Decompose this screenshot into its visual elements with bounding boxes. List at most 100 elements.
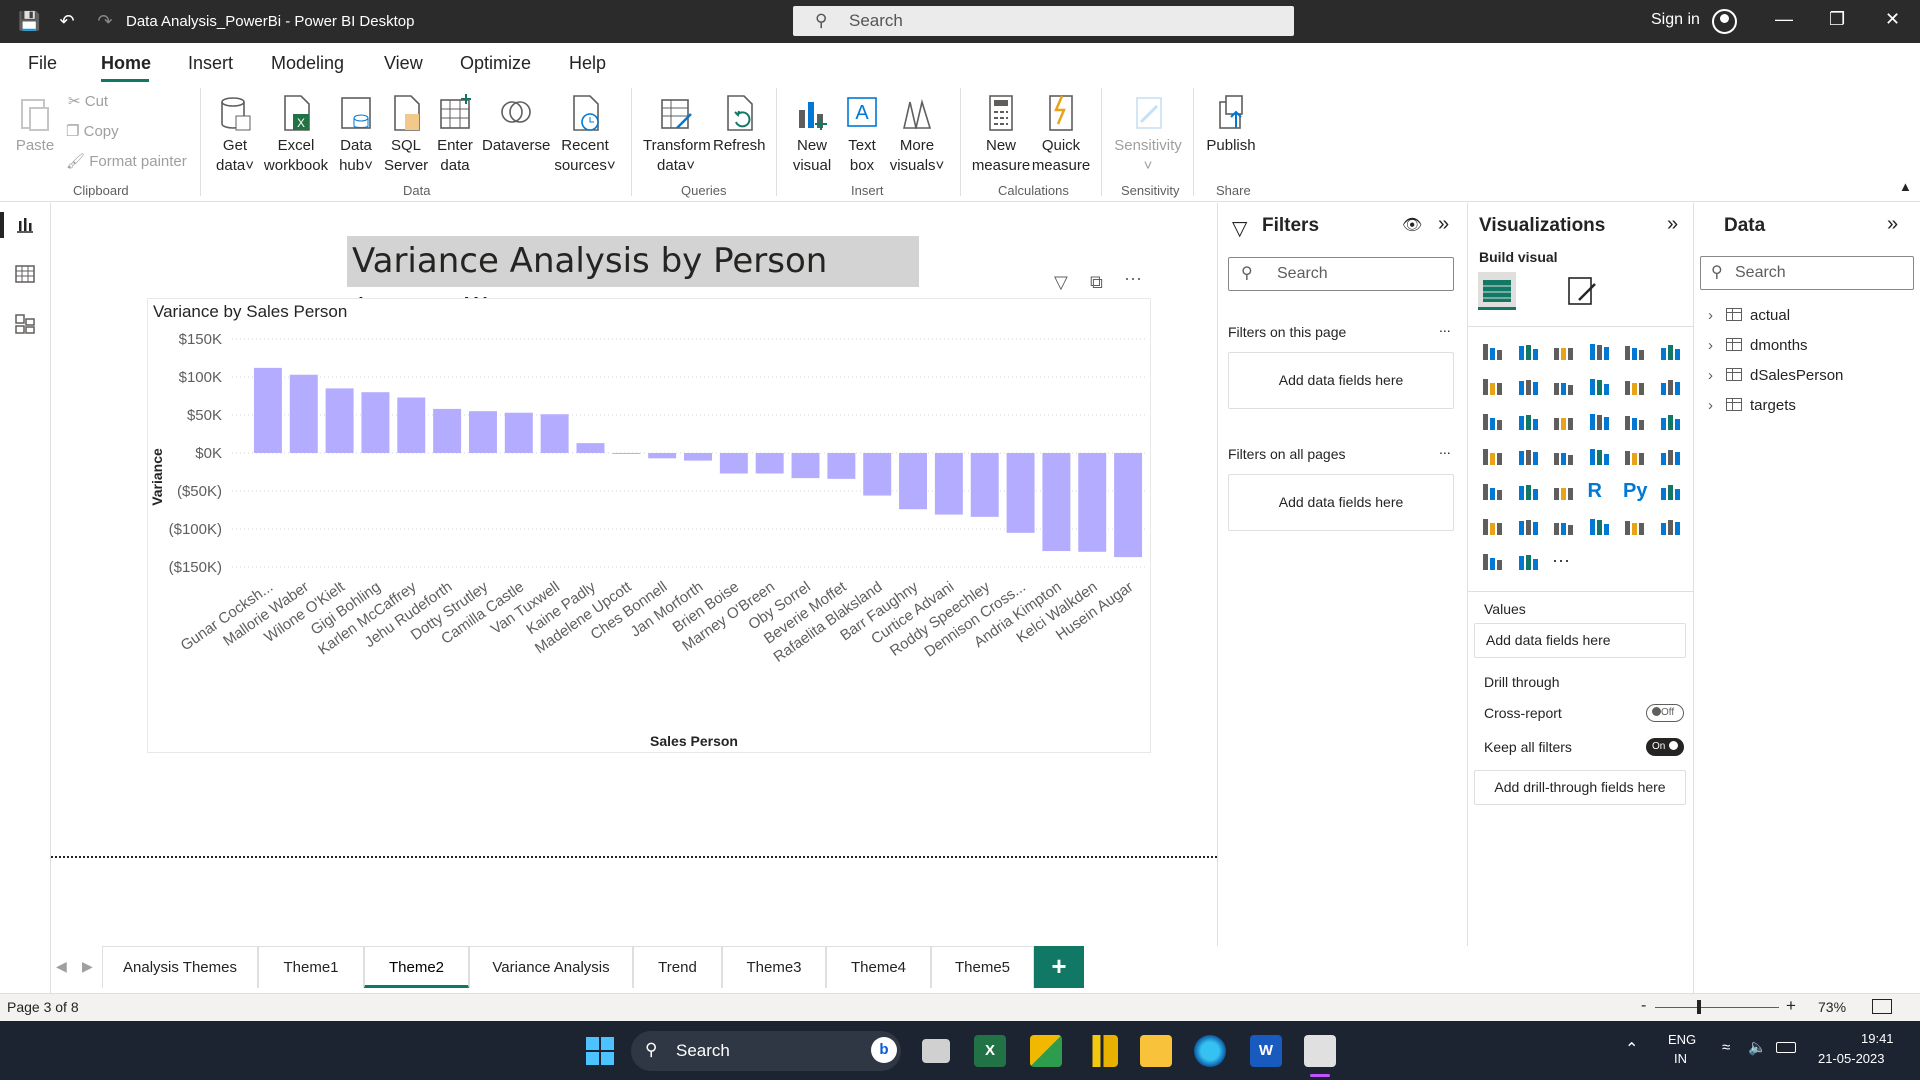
enter-data-button[interactable]: Enter data [434,94,476,176]
format-painter-button[interactable]: 🖌 Format painter [66,152,187,170]
data-hub-button[interactable]: Data hub˅ [335,94,377,176]
collapse-filters-icon[interactable]: » [1438,213,1449,236]
bar[interactable] [1006,453,1035,533]
treemap-icon[interactable] [1659,410,1683,434]
values-dropzone[interactable]: Add data fields here [1474,623,1686,658]
bar[interactable] [504,412,533,453]
sql-server-button[interactable]: SQL Server [384,94,428,176]
menu-file[interactable]: File [28,53,57,74]
battery-icon[interactable] [1776,1042,1796,1053]
line-chart-icon[interactable] [1481,375,1505,399]
get-data-button[interactable]: Get data˅ [210,94,260,176]
bar[interactable] [934,453,963,515]
bar[interactable] [899,453,928,510]
visual-focus-mode-icon[interactable]: ⧉ [1090,272,1103,293]
bar[interactable] [827,453,856,479]
build-visual-tab[interactable] [1478,272,1516,310]
donut-chart-icon[interactable] [1623,410,1647,434]
bar[interactable] [970,453,999,517]
key-influencers-icon[interactable] [1659,480,1683,504]
pie-chart-icon[interactable] [1588,410,1612,434]
tabs-scroll-left-icon[interactable]: ◀ [56,958,67,975]
bar[interactable] [863,453,892,496]
colorful-app-icon[interactable] [1030,1035,1062,1067]
bar[interactable] [468,411,497,453]
quick-measure-button[interactable]: Quick measure [1030,94,1092,176]
report-view-icon[interactable] [14,213,36,235]
collapse-data-pane-icon[interactable]: » [1887,213,1898,236]
collapse-ribbon-icon[interactable]: ▲ [1899,179,1912,194]
bar[interactable] [253,367,282,453]
zoom-in-button[interactable]: + [1786,996,1796,1016]
bar[interactable] [648,453,677,459]
visual-filter-icon[interactable]: ▽ [1054,272,1068,293]
menu-view[interactable]: View [384,53,423,74]
tab-theme2[interactable]: Theme2 [364,946,469,988]
excel-app-icon[interactable]: X [974,1035,1006,1067]
kpi-icon[interactable] [1659,445,1683,469]
sign-in-link[interactable]: Sign in [1651,11,1700,29]
tab-variance-analysis[interactable]: Variance Analysis [469,946,633,988]
stacked-column-chart-icon[interactable] [1517,340,1541,364]
tabs-scroll-right-icon[interactable]: ▶ [82,958,93,975]
metrics-icon[interactable] [1588,515,1612,539]
menu-help[interactable]: Help [569,53,606,74]
zoom-level[interactable]: 73% [1818,999,1846,1015]
line-and-clustered-column-chart-icon[interactable] [1623,375,1647,399]
table-icon[interactable] [1517,480,1541,504]
narrative-icon[interactable] [1552,515,1576,539]
recent-sources-button[interactable]: Recent sources˅ [553,94,617,176]
text-box-button[interactable]: A Text box [841,94,883,176]
windows-start-icon[interactable] [584,1035,616,1067]
power-apps-icon[interactable] [1659,515,1683,539]
100-percent-column-chart-icon[interactable] [1659,340,1683,364]
bar[interactable] [1078,453,1107,552]
map-icon[interactable] [1481,445,1505,469]
power-automate-icon[interactable] [1481,550,1505,574]
undo-icon[interactable]: ↶ [56,10,78,32]
snipping-tool-icon[interactable] [1304,1035,1336,1067]
bar[interactable] [1114,453,1143,558]
bar[interactable] [433,408,462,453]
transform-data-button[interactable]: Transform data˅ [643,94,711,176]
language-indicator[interactable]: ENG [1668,1032,1696,1047]
word-app-icon[interactable]: W [1250,1035,1282,1067]
table-actual[interactable]: › actual [1708,307,1790,324]
visual-more-options-icon[interactable]: ··· [1124,268,1142,289]
bar[interactable] [325,388,354,453]
menu-insert[interactable]: Insert [188,53,233,74]
dataverse-button[interactable]: Dataverse [482,94,550,156]
minimize-icon[interactable]: — [1775,9,1793,30]
account-avatar-icon[interactable] [1712,9,1737,34]
taskbar-search-box[interactable]: ⚲ Search b [631,1031,901,1071]
new-visual-button[interactable]: New visual [790,94,834,176]
filters-on-page-more-icon[interactable]: ... [1439,319,1451,335]
r-visual-icon[interactable]: R [1588,480,1612,504]
scatter-chart-icon[interactable] [1552,410,1576,434]
multi-row-card-icon[interactable] [1623,445,1647,469]
sensitivity-button[interactable]: Sensitivity ˅ [1110,94,1186,176]
tab-analysis-themes[interactable]: Analysis Themes [102,946,258,988]
refresh-button[interactable]: Refresh [713,94,766,156]
filters-search-input[interactable]: ⚲ Search [1228,257,1454,291]
add-page-button[interactable]: + [1034,946,1084,988]
table-targets[interactable]: › targets [1708,397,1796,414]
collapse-visualizations-icon[interactable]: » [1667,213,1678,236]
menu-optimize[interactable]: Optimize [460,53,531,74]
edge-browser-icon[interactable] [1194,1035,1226,1067]
new-measure-button[interactable]: New measure [970,94,1032,176]
card-icon[interactable] [1588,445,1612,469]
wifi-icon[interactable]: ≈ [1722,1039,1730,1056]
waterfall-chart-icon[interactable] [1481,410,1505,434]
gauge-icon[interactable] [1552,445,1576,469]
table-view-icon[interactable] [14,263,36,285]
zoom-slider[interactable] [1655,1007,1779,1008]
decomposition-tree-icon[interactable] [1481,515,1505,539]
bar[interactable] [397,397,426,453]
copy-button[interactable]: ❐ Copy [66,122,119,140]
cut-button[interactable]: ✂ Cut [68,92,108,110]
qa-icon[interactable] [1517,515,1541,539]
cross-report-toggle[interactable]: Off [1646,704,1684,722]
more-visuals-ellipsis-icon[interactable]: ··· [1552,550,1576,574]
menu-modeling[interactable]: Modeling [271,53,344,74]
